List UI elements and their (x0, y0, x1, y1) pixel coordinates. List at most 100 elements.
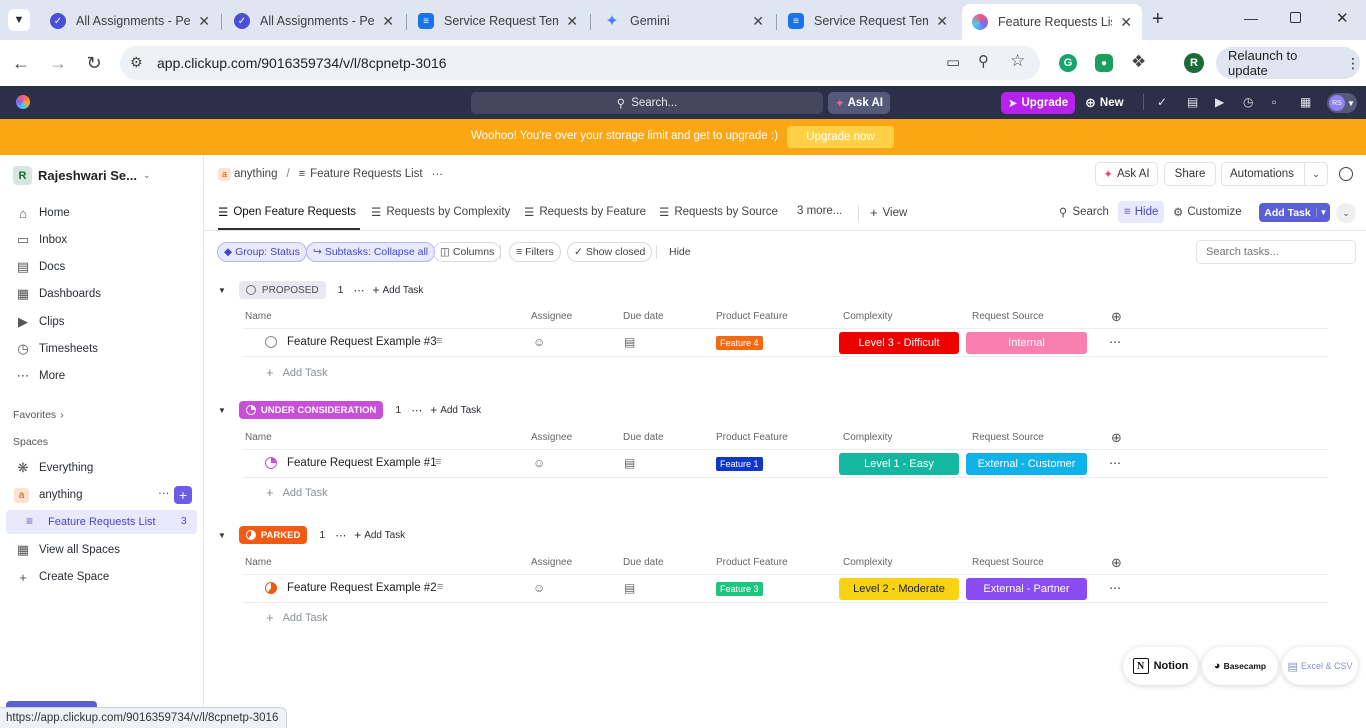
tab-search-icon[interactable]: ▼ (8, 9, 30, 31)
col-name[interactable]: Name (245, 311, 272, 322)
apps-grid-icon[interactable]: ▦ (1300, 95, 1311, 109)
bookmark-star-icon[interactable]: ☆ (1010, 51, 1025, 71)
browser-tab-4[interactable]: ✦ Gemini ✕ (594, 6, 774, 36)
col-name[interactable]: Name (245, 432, 272, 443)
add-column-icon[interactable]: ⊕ (1111, 309, 1122, 325)
tab-more-views[interactable]: 3 more... (797, 205, 842, 217)
feature-tag[interactable]: Feature 1 (716, 457, 763, 471)
show-closed-chip[interactable]: ✓ Show closed (567, 242, 653, 262)
crumb-list[interactable]: Feature Requests List (310, 168, 423, 180)
new-button[interactable]: ⊕ New (1085, 92, 1124, 114)
view-hide-button[interactable]: ≡ Hide (1118, 201, 1165, 223)
sidebar-item-everything[interactable]: ❋ Everything (14, 457, 94, 479)
global-search[interactable]: ⚲ Search... (471, 92, 823, 114)
add-task-button[interactable]: Add Task ▼ (1259, 203, 1330, 222)
task-name[interactable]: Feature Request Example #3 (287, 336, 437, 348)
status-badge[interactable]: UNDER CONSIDERATION (238, 401, 384, 419)
collapse-toolbar-icon[interactable]: ⌄ (1336, 203, 1356, 223)
search-tasks-input[interactable] (1196, 240, 1356, 264)
profile-avatar[interactable]: R (1184, 53, 1204, 73)
ellipsis-icon[interactable]: ⋯ (158, 486, 170, 500)
status-badge[interactable]: PROPOSED (238, 281, 326, 299)
alarm-icon[interactable]: ◷ (1243, 95, 1253, 109)
header-ask-ai-button[interactable]: ✦ Ask AI (1095, 162, 1158, 186)
import-excel-button[interactable]: ▤ Excel & CSV (1282, 647, 1358, 685)
url-field[interactable]: ⚙ app.clickup.com/9016359734/v/l/8cpnetp… (120, 46, 1040, 80)
task-name[interactable]: Feature Request Example #2 (287, 582, 437, 594)
table-row[interactable]: Feature Request Example #3 ≡ ☺ ▤ Feature… (243, 329, 1328, 357)
share-button[interactable]: Share (1164, 162, 1216, 186)
back-icon[interactable]: ← (10, 53, 32, 73)
hide-chip[interactable]: Hide (662, 242, 698, 262)
new-tab-icon[interactable]: + (1152, 8, 1164, 31)
install-app-icon[interactable]: ▭ (946, 53, 960, 71)
sidebar-item-view-all-spaces[interactable]: ▦ View all Spaces (14, 539, 120, 561)
col-complexity[interactable]: Complexity (843, 311, 892, 322)
add-task-row[interactable]: + Add Task (266, 485, 328, 500)
assignee-add-icon[interactable]: ☺ (533, 581, 545, 595)
col-assignee[interactable]: Assignee (531, 311, 572, 322)
upgrade-now-button[interactable]: Upgrade now (787, 126, 894, 148)
assignee-add-icon[interactable]: ☺ (533, 335, 545, 349)
sidebar-item-timesheets[interactable]: ◷ Timesheets (14, 338, 98, 360)
col-due-date[interactable]: Due date (623, 557, 664, 568)
document-icon[interactable]: ▫ (1272, 95, 1276, 109)
restore-icon[interactable] (1290, 12, 1301, 23)
add-task-row[interactable]: + Add Task (266, 610, 328, 625)
customize-button[interactable]: ⚙ Customize (1173, 205, 1242, 219)
row-ellipsis-icon[interactable]: ⋯ (1109, 456, 1121, 470)
col-request-source[interactable]: Request Source (972, 311, 1044, 322)
group-add-task[interactable]: + Add Task (372, 283, 423, 297)
check-circle-icon[interactable]: ✓ (1157, 95, 1167, 109)
favorites-section[interactable]: Favorites › (13, 409, 64, 421)
calendar-icon[interactable]: ▤ (624, 456, 635, 470)
upgrade-button[interactable]: ➤ Upgrade (1001, 92, 1075, 114)
notepad-icon[interactable]: ▤ (1187, 95, 1198, 109)
add-column-icon[interactable]: ⊕ (1111, 555, 1122, 571)
col-due-date[interactable]: Due date (623, 432, 664, 443)
status-progress-icon[interactable] (265, 457, 277, 469)
ellipsis-icon[interactable]: ⋯ (432, 167, 444, 181)
sidebar-item-create-space[interactable]: + Create Space (14, 566, 109, 588)
collapse-caret-icon[interactable]: ▼ (218, 406, 226, 415)
window-close-icon[interactable]: ✕ (1336, 9, 1349, 27)
add-column-icon[interactable]: ⊕ (1111, 430, 1122, 446)
feature-tag[interactable]: Feature 3 (716, 582, 763, 596)
close-icon[interactable]: ✕ (936, 13, 948, 30)
subtasks-chip[interactable]: ↪ Subtasks: Collapse all (306, 242, 436, 262)
source-pill[interactable]: External - Partner (966, 578, 1087, 600)
task-name[interactable]: Feature Request Example #1 (287, 457, 437, 469)
col-complexity[interactable]: Complexity (843, 432, 892, 443)
col-product-feature[interactable]: Product Feature (716, 557, 788, 568)
crumb-space[interactable]: anything (234, 168, 277, 180)
extension-grammarly-icon[interactable]: G (1059, 54, 1077, 72)
sidebar-item-docs[interactable]: ▤ Docs (14, 256, 65, 278)
group-add-task[interactable]: + Add Task (354, 528, 405, 542)
sidebar-item-inbox[interactable]: ▭ Inbox (14, 229, 67, 251)
sidebar-item-more[interactable]: ⋯ More (14, 365, 66, 387)
sidebar-item-dashboards[interactable]: ▦ Dashboards (14, 283, 101, 305)
filters-chip[interactable]: ≡ Filters (509, 242, 561, 262)
col-product-feature[interactable]: Product Feature (716, 311, 788, 322)
collapse-caret-icon[interactable]: ▼ (218, 286, 226, 295)
col-request-source[interactable]: Request Source (972, 557, 1044, 568)
feature-tag[interactable]: Feature 4 (716, 336, 763, 350)
collapse-caret-icon[interactable]: ▼ (218, 531, 226, 540)
col-assignee[interactable]: Assignee (531, 432, 572, 443)
col-product-feature[interactable]: Product Feature (716, 432, 788, 443)
close-icon[interactable]: ✕ (1120, 14, 1132, 31)
minimize-icon[interactable]: — (1244, 10, 1258, 26)
ellipsis-icon[interactable]: ⋯ (353, 284, 364, 297)
calendar-icon[interactable]: ▤ (624, 581, 635, 595)
ellipsis-icon[interactable]: ⋯ (335, 529, 346, 542)
close-icon[interactable]: ✕ (382, 13, 394, 30)
import-basecamp-button[interactable]: ◕ Basecamp (1202, 647, 1278, 685)
col-assignee[interactable]: Assignee (531, 557, 572, 568)
calendar-icon[interactable]: ▤ (624, 335, 635, 349)
tab-requests-by-source[interactable]: ☰ Requests by Source (659, 205, 778, 219)
chat-icon[interactable] (1339, 167, 1353, 181)
chevron-down-icon[interactable]: ▼ (1316, 208, 1330, 217)
columns-chip[interactable]: ◫ Columns (433, 242, 502, 262)
group-add-task[interactable]: + Add Task (430, 403, 481, 417)
col-request-source[interactable]: Request Source (972, 432, 1044, 443)
